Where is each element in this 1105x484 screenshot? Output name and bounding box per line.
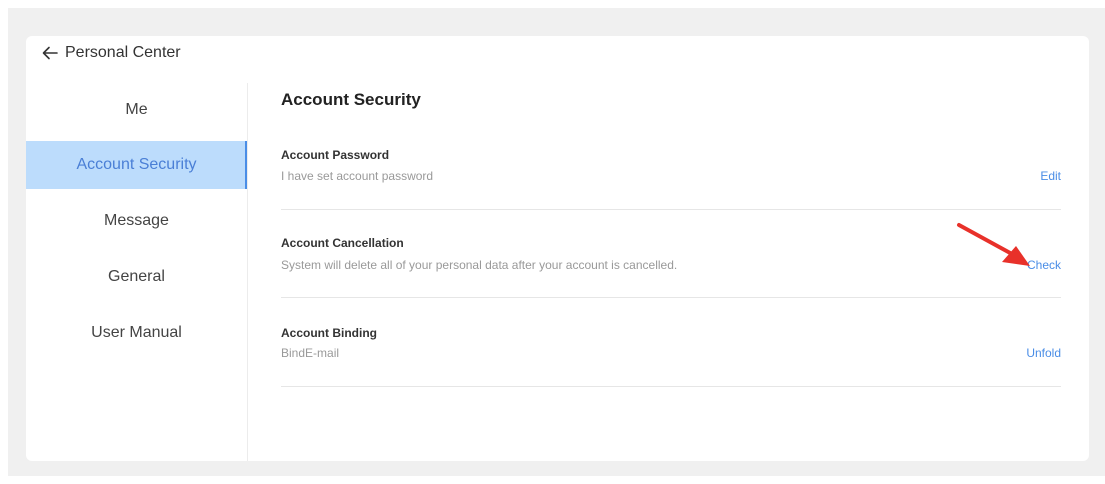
unfold-binding-link[interactable]: Unfold	[1026, 346, 1061, 360]
sidebar-divider	[247, 83, 248, 461]
red-arrow-annotation-icon	[957, 223, 1030, 266]
sidebar-item-message[interactable]: Message	[26, 197, 247, 245]
sidebar-item-me[interactable]: Me	[26, 86, 247, 134]
row-title: Account Binding	[281, 326, 377, 340]
sidebar-item-account-security[interactable]: Account Security	[26, 141, 248, 189]
edit-password-link[interactable]: Edit	[1040, 169, 1061, 183]
sidebar-item-label: Me	[125, 101, 148, 118]
account-cancellation-row: Account Cancellation System will delete …	[281, 236, 1061, 298]
sidebar-item-label: Account Security	[76, 156, 197, 173]
row-description: BindE-mail	[281, 346, 340, 360]
sidebar-item-label: User Manual	[91, 324, 182, 341]
divider	[281, 386, 1061, 387]
sidebar-item-general[interactable]: General	[26, 253, 247, 301]
divider	[281, 297, 1061, 298]
row-description: System will delete all of your personal …	[281, 258, 678, 272]
row-title: Account Cancellation	[281, 236, 404, 250]
arrow-left-icon	[42, 46, 58, 60]
account-password-row: Account Password I have set account pass…	[281, 148, 1061, 210]
check-cancellation-link[interactable]: Check	[1027, 258, 1061, 272]
row-title: Account Password	[281, 148, 390, 162]
sidebar-item-label: Message	[104, 212, 169, 229]
account-binding-row: Account Binding BindE-mail Unfold	[281, 326, 1061, 388]
divider	[281, 209, 1061, 210]
back-label: Personal Center	[65, 44, 181, 61]
sidebar-item-user-manual[interactable]: User Manual	[26, 309, 247, 357]
row-description: I have set account password	[281, 169, 434, 183]
sidebar-item-label: General	[108, 268, 165, 285]
page-title: Account Security	[281, 90, 421, 109]
back-button[interactable]: Personal Center	[41, 43, 181, 63]
